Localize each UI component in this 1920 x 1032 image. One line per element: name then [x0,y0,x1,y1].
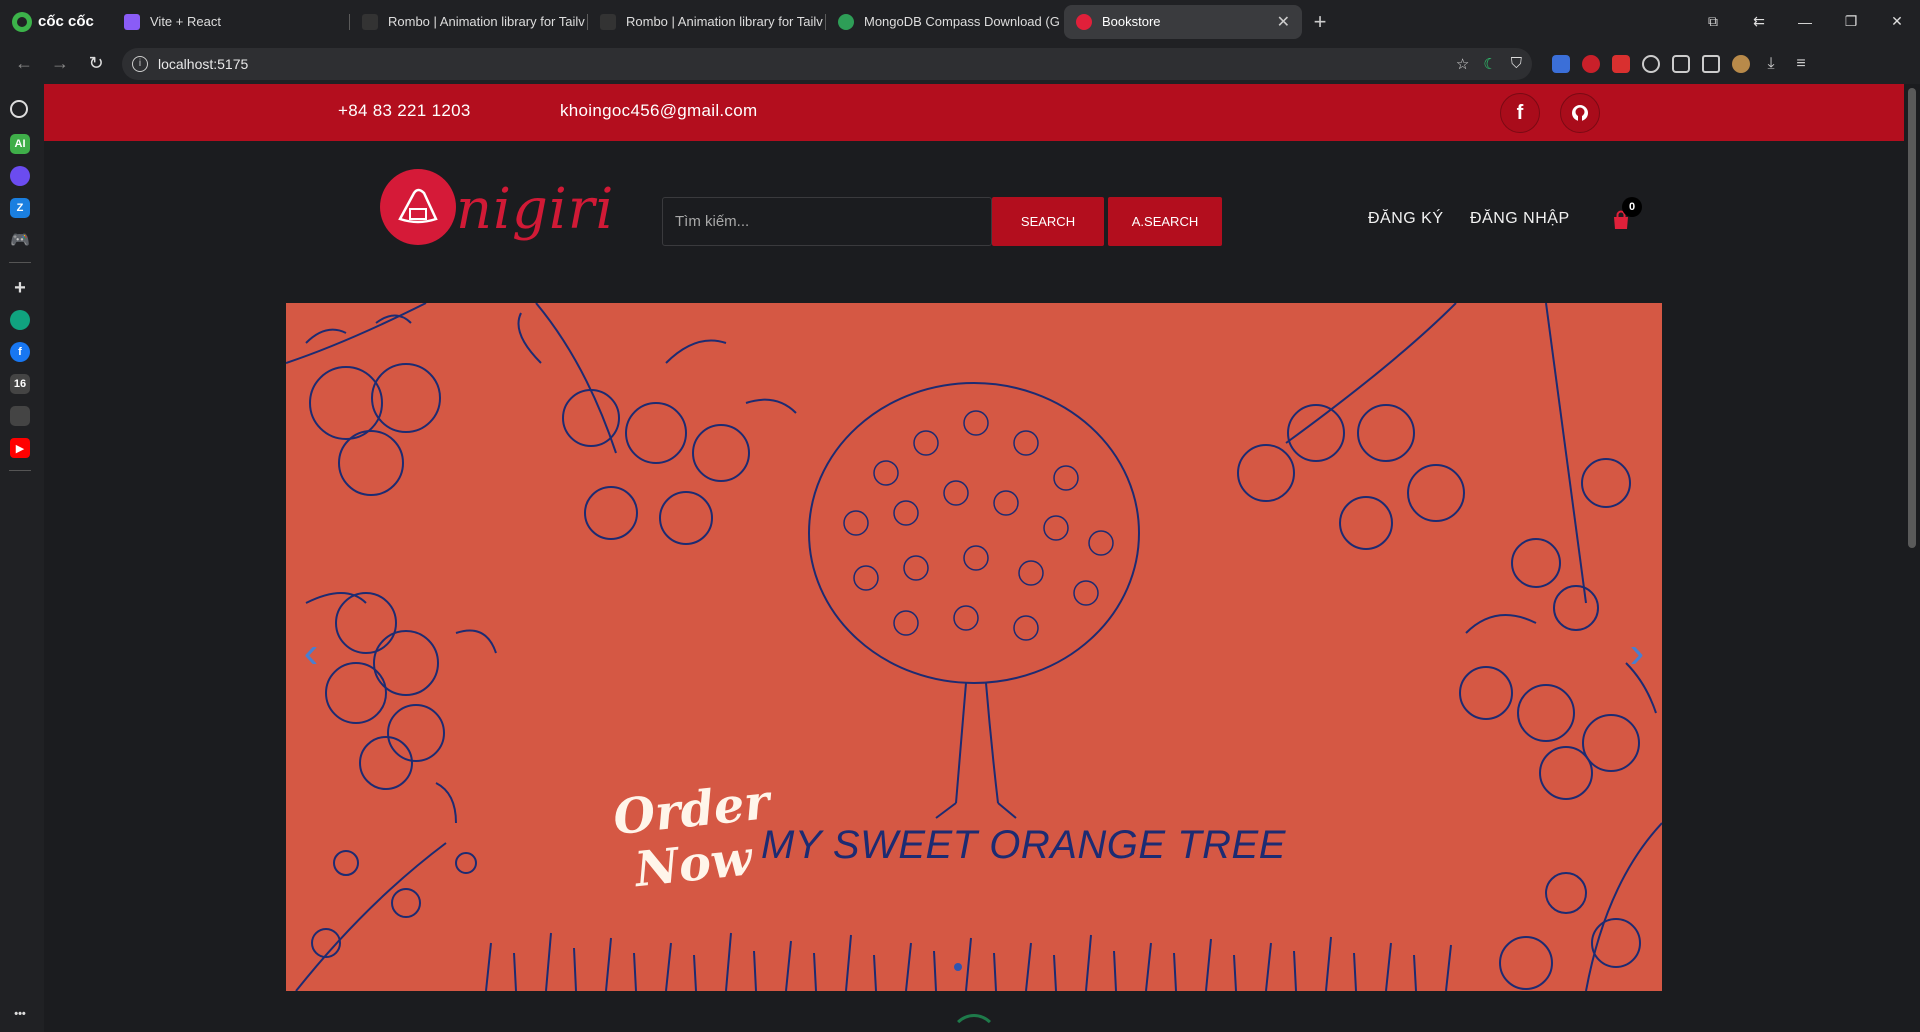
zalo-icon[interactable]: Z [10,198,30,218]
ai-icon[interactable]: AI [10,134,30,154]
extension-icon[interactable] [1582,54,1600,73]
contact-topbar: +84 83 221 1203 khoingoc456@gmail.com f [44,84,1904,141]
search-button[interactable]: SEARCH [992,197,1104,246]
youtube-icon[interactable]: ▶ [10,438,30,458]
browser-side-panel: AI Z 🎮 + f 16 ▶ ••• [0,84,36,1032]
reading-mode-icon[interactable]: ⧉ [1690,13,1736,30]
app-icon[interactable] [10,406,30,426]
facebook-icon[interactable]: f [1500,93,1540,133]
restore-icon[interactable]: ❐ [1828,13,1874,30]
site-header: nigiri SEARCH A.SEARCH ĐĂNG KÝ ĐĂNG NHẬP… [44,141,1904,301]
facebook-icon[interactable]: f [10,342,30,362]
new-tab-button[interactable]: + [1302,9,1338,35]
close-window-icon[interactable]: ✕ [1874,13,1920,30]
rombo-favicon-icon [362,13,378,30]
history-icon[interactable] [10,100,28,118]
extensions-bar: ⤓ ≡ [1552,54,1810,73]
download-icon[interactable]: ⤓ [1762,55,1780,73]
register-link[interactable]: ĐĂNG KÝ [1368,210,1444,228]
browser-tab-bar: cốc cốc Vite + React Rombo | Animation l… [0,0,1920,43]
minimize-icon[interactable]: — [1782,14,1828,30]
tab-title: Bookstore [1102,14,1161,29]
advanced-search-button[interactable]: A.SEARCH [1108,197,1222,246]
loading-spinner [950,1014,998,1032]
rombo-favicon-icon [600,13,616,30]
menu-icon[interactable]: ≡ [1792,55,1810,73]
order-now-text[interactable]: Order Now [611,774,778,899]
vite-favicon-icon [124,13,140,30]
browser-brand[interactable]: cốc cốc [0,11,112,32]
extension-icon[interactable] [1612,54,1630,73]
carousel-next-arrow[interactable]: › [1622,628,1652,678]
slide-title: MY SWEET ORANGE TREE [761,823,1286,867]
page-viewport: +84 83 221 1203 khoingoc456@gmail.com f … [44,84,1904,1032]
more-icon[interactable]: ••• [10,1004,30,1024]
back-icon[interactable]: ← [6,53,42,74]
shield-icon[interactable]: ⛉ [1511,55,1522,72]
close-tab-icon[interactable]: ✕ [1277,12,1290,32]
reload-icon[interactable]: ↻ [78,53,114,74]
carousel-prev-arrow[interactable]: ‹ [296,628,326,678]
logo-text: nigiri [456,177,615,242]
puzzle-icon[interactable] [1702,54,1720,73]
add-icon[interactable]: + [10,277,30,299]
contact-phone: +84 83 221 1203 [338,101,471,120]
github-icon[interactable] [1560,93,1600,133]
window-controls: ⧉ ⇇ — ❐ ✕ [1690,0,1920,43]
dark-mode-icon[interactable]: ☾ [1483,55,1496,73]
bookmark-star-icon[interactable]: ☆ [1456,55,1469,73]
back-history-icon[interactable]: ⇇ [1736,13,1782,30]
tab-title: MongoDB Compass Download (G [864,14,1060,29]
carousel-dot[interactable] [954,963,962,971]
messenger-icon[interactable] [10,166,30,186]
page-scrollbar[interactable] [1904,84,1920,1032]
onigiri-logo[interactable]: nigiri [370,163,613,259]
tab-vite[interactable]: Vite + React [112,5,350,39]
chatgpt-icon[interactable] [10,310,30,330]
url-field[interactable]: i localhost:5175 ☆ ☾ ⛉ [122,47,1532,80]
login-link[interactable]: ĐĂNG NHẬP [1470,210,1570,228]
translate-extension-icon[interactable] [1552,54,1570,73]
bookstore-favicon-icon [1076,13,1092,30]
game-icon[interactable]: 🎮 [10,230,30,250]
sidebar-toggle-icon[interactable] [1672,54,1690,73]
profile-avatar[interactable] [1732,54,1750,73]
tab-rombo-1[interactable]: Rombo | Animation library for Tailv [350,5,588,39]
coccoc-logo-icon [12,11,32,32]
search-input[interactable] [662,197,992,246]
browser-brand-label: cốc cốc [38,13,94,30]
globe-icon[interactable] [1642,54,1660,73]
scrollbar-thumb[interactable] [1908,88,1916,548]
tab-title: Rombo | Animation library for Tailv [626,14,823,29]
cart-count-badge: 0 [1622,197,1642,217]
tab-title: Vite + React [150,14,221,29]
url-text: localhost:5175 [158,55,249,72]
tab-mongodb[interactable]: MongoDB Compass Download (G [826,5,1064,39]
site-info-icon[interactable]: i [132,55,148,72]
hero-carousel[interactable]: ‹ › Order Now MY SWEET ORANGE TREE [286,303,1662,991]
contact-email: khoingoc456@gmail.com [560,101,758,120]
address-bar-row: ← → ↻ i localhost:5175 ☆ ☾ ⛉ ⤓ ≡ [0,43,1920,84]
tab-rombo-2[interactable]: Rombo | Animation library for Tailv [588,5,826,39]
tiktok-icon[interactable]: 16 [10,374,30,394]
forward-icon[interactable]: → [42,53,78,74]
tab-title: Rombo | Animation library for Tailv [388,14,585,29]
carousel-dots [954,963,962,971]
onigiri-logo-icon [380,169,456,245]
orange-tree-illustration [286,303,1662,991]
mongodb-favicon-icon [838,13,854,30]
tab-bookstore[interactable]: Bookstore ✕ [1064,4,1302,39]
